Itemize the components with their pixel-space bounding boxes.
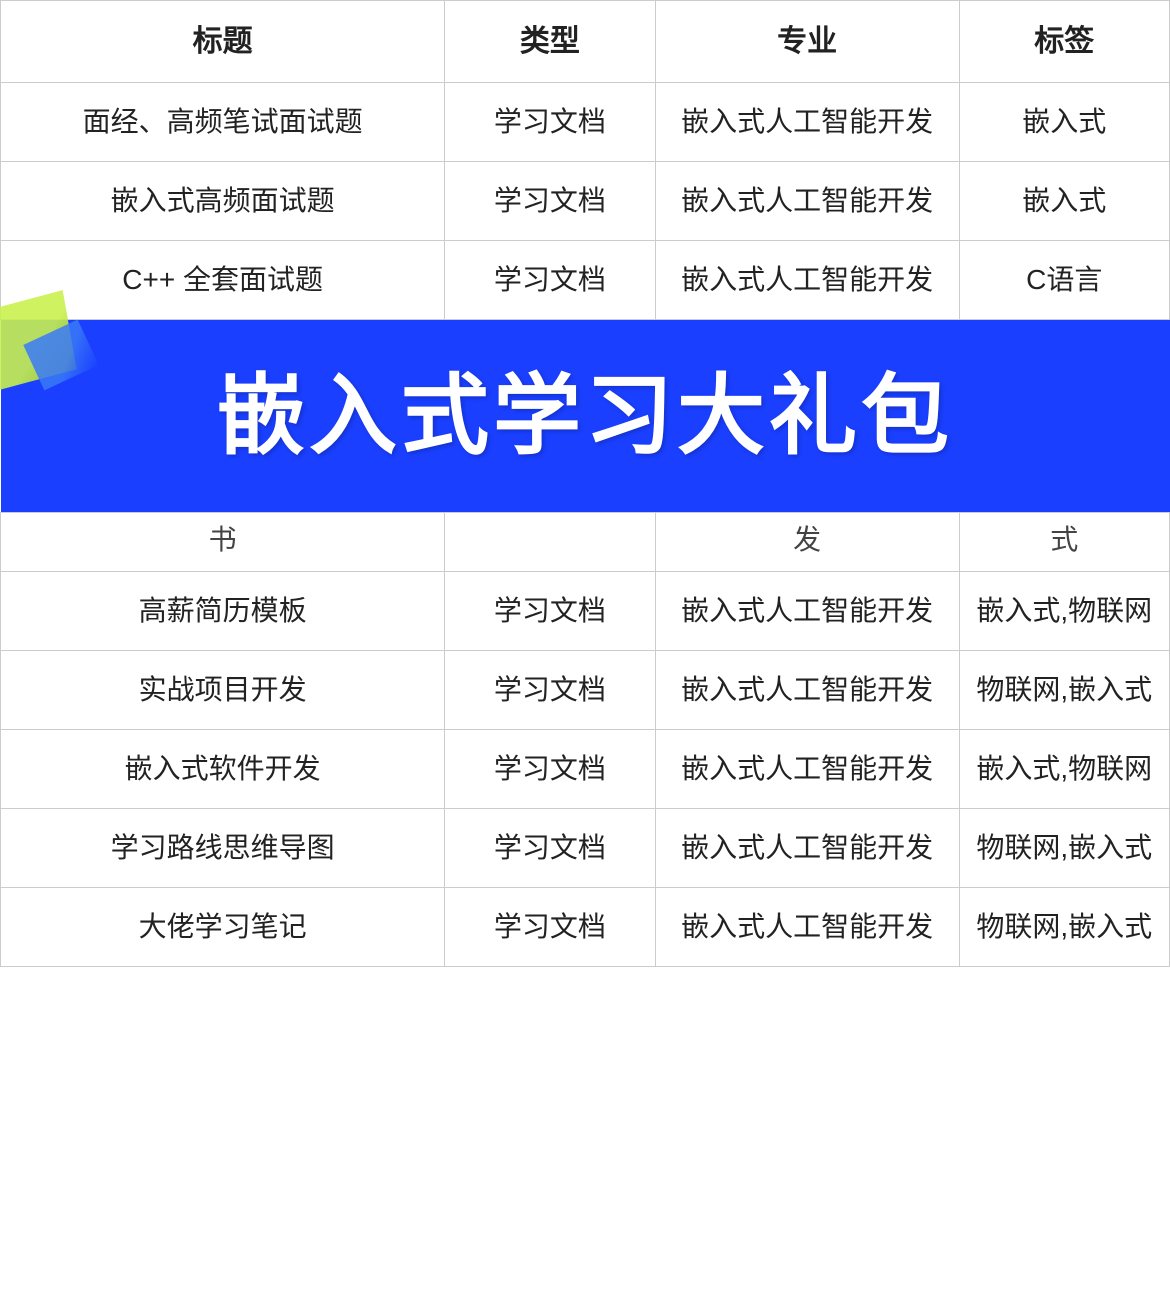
- row7-type: 学习文档: [445, 809, 655, 888]
- row3-major: 嵌入式人工智能开发: [655, 241, 959, 320]
- banner-row: 嵌入式学习大礼包: [1, 320, 1170, 513]
- banner-cell: 嵌入式学习大礼包: [1, 320, 1170, 513]
- partial-major: 发: [655, 513, 959, 572]
- row4-tag: 嵌入式,物联网: [959, 572, 1169, 651]
- row2-tag: 嵌入式: [959, 162, 1169, 241]
- row2-major: 嵌入式人工智能开发: [655, 162, 959, 241]
- row5-title: 实战项目开发: [1, 651, 445, 730]
- row5-major: 嵌入式人工智能开发: [655, 651, 959, 730]
- row3-tag: C语言: [959, 241, 1169, 320]
- table-row: 学习路线思维导图 学习文档 嵌入式人工智能开发 物联网,嵌入式: [1, 809, 1170, 888]
- table-row: 面经、高频笔试面试题 学习文档 嵌入式人工智能开发 嵌入式: [1, 83, 1170, 162]
- header-type: 类型: [445, 1, 655, 83]
- row5-tag: 物联网,嵌入式: [959, 651, 1169, 730]
- row4-major: 嵌入式人工智能开发: [655, 572, 959, 651]
- table-row: 嵌入式高频面试题 学习文档 嵌入式人工智能开发 嵌入式: [1, 162, 1170, 241]
- table-row: C++ 全套面试题 学习文档 嵌入式人工智能开发 C语言: [1, 241, 1170, 320]
- row7-tag: 物联网,嵌入式: [959, 809, 1169, 888]
- row4-title: 高薪简历模板: [1, 572, 445, 651]
- content-table: 标题 类型 专业 标签 面经、高频笔试面试题 学习文档 嵌入式人工智能开发 嵌入…: [0, 0, 1170, 967]
- row7-major: 嵌入式人工智能开发: [655, 809, 959, 888]
- row3-type: 学习文档: [445, 241, 655, 320]
- banner-text: 嵌入式学习大礼包: [217, 350, 953, 482]
- header-tag: 标签: [959, 1, 1169, 83]
- row7-title: 学习路线思维导图: [1, 809, 445, 888]
- partial-tag: 式: [959, 513, 1169, 572]
- table-header-row: 标题 类型 专业 标签: [1, 1, 1170, 83]
- row4-type: 学习文档: [445, 572, 655, 651]
- row6-title: 嵌入式软件开发: [1, 730, 445, 809]
- table-row: 高薪简历模板 学习文档 嵌入式人工智能开发 嵌入式,物联网: [1, 572, 1170, 651]
- partial-type: [445, 513, 655, 572]
- row1-tag: 嵌入式: [959, 83, 1169, 162]
- row8-type: 学习文档: [445, 888, 655, 967]
- banner-overlay: 嵌入式学习大礼包: [1, 320, 1170, 512]
- row8-tag: 物联网,嵌入式: [959, 888, 1169, 967]
- row6-major: 嵌入式人工智能开发: [655, 730, 959, 809]
- partial-after-banner-row: 书 发 式: [1, 513, 1170, 572]
- main-table-wrapper: 标题 类型 专业 标签 面经、高频笔试面试题 学习文档 嵌入式人工智能开发 嵌入…: [0, 0, 1170, 967]
- row8-major: 嵌入式人工智能开发: [655, 888, 959, 967]
- table-row: 嵌入式软件开发 学习文档 嵌入式人工智能开发 嵌入式,物联网: [1, 730, 1170, 809]
- table-row: 大佬学习笔记 学习文档 嵌入式人工智能开发 物联网,嵌入式: [1, 888, 1170, 967]
- row5-type: 学习文档: [445, 651, 655, 730]
- row1-major: 嵌入式人工智能开发: [655, 83, 959, 162]
- row1-title: 面经、高频笔试面试题: [1, 83, 445, 162]
- header-title: 标题: [1, 1, 445, 83]
- row2-type: 学习文档: [445, 162, 655, 241]
- row1-type: 学习文档: [445, 83, 655, 162]
- partial-title: 书: [1, 513, 445, 572]
- row6-type: 学习文档: [445, 730, 655, 809]
- row2-title: 嵌入式高频面试题: [1, 162, 445, 241]
- header-major: 专业: [655, 1, 959, 83]
- table-row: 实战项目开发 学习文档 嵌入式人工智能开发 物联网,嵌入式: [1, 651, 1170, 730]
- row3-title: C++ 全套面试题: [1, 241, 445, 320]
- row6-tag: 嵌入式,物联网: [959, 730, 1169, 809]
- row8-title: 大佬学习笔记: [1, 888, 445, 967]
